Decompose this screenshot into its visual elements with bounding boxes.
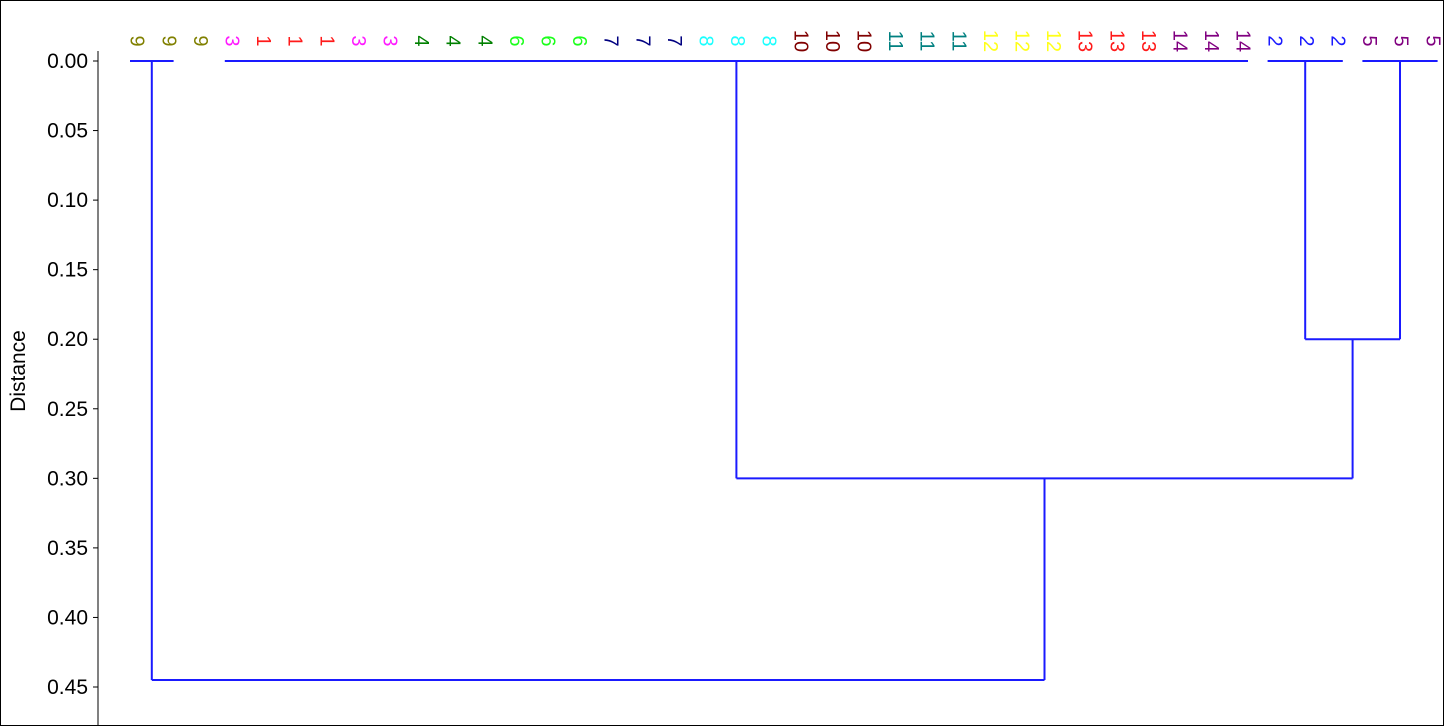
leaf-label: 2 (1295, 35, 1317, 46)
leaf-label: 8 (758, 35, 780, 46)
y-tick-label: 0.15 (47, 259, 88, 282)
leaf-label: 4 (410, 35, 432, 46)
y-tick-label: 0.20 (47, 328, 88, 351)
leaf-label: 14 (1169, 30, 1191, 52)
leaf-label: 2 (1263, 35, 1285, 46)
leaf-label: 12 (1042, 30, 1064, 52)
leaf-label: 1 (252, 35, 274, 46)
leaf-label: 11 (947, 31, 969, 52)
leaf-label: 4 (442, 35, 464, 46)
leaf-label: 14 (1200, 30, 1222, 52)
leaf-label: 6 (568, 35, 590, 46)
leaf-label: 10 (821, 30, 843, 52)
leaf-label: 6 (537, 35, 559, 46)
leaf-label: 1 (284, 35, 306, 46)
dendrogram-links (130, 60, 1438, 682)
leaf-label: 13 (1137, 30, 1159, 52)
y-tick-label: 0.40 (47, 606, 88, 629)
leaf-label: 13 (1105, 30, 1127, 52)
leaf-label: 10 (853, 30, 875, 52)
leaf-label: 8 (695, 35, 717, 46)
leaf-label: 12 (979, 30, 1001, 52)
dendrogram-chart: 0.00 0.05 0.10 0.15 0.20 0.25 0.30 0.35 0.40 0.45… (7, 30, 1443, 725)
leaf-label: 3 (379, 35, 401, 46)
leaf-label: 14 (1232, 30, 1254, 52)
chart-frame: 0.00 0.05 0.10 0.15 0.20 0.25 0.30 0.35 0.40 0.45… (0, 0, 1444, 726)
y-tick-label: 0.30 (47, 467, 88, 490)
leaf-label: 9 (157, 35, 179, 46)
leaf-label: 7 (663, 35, 685, 46)
leaf-label: 11 (916, 31, 938, 52)
y-tick-label: 0.10 (47, 189, 88, 212)
y-tick-label: 0.45 (47, 676, 88, 699)
y-tick-label: 0.25 (47, 398, 88, 421)
leaf-label: 12 (1011, 30, 1033, 52)
leaf-label: 10 (789, 30, 811, 52)
leaf-label: 2 (1327, 35, 1349, 46)
y-tick-label: 0.00 (47, 50, 88, 73)
leaf-label: 5 (1390, 35, 1412, 46)
leaf-label: 9 (189, 35, 211, 46)
leaf-label: 1 (315, 35, 337, 46)
leaf-labels: 9 9 9 3 1 1 1 3 3 4 4 4 6 6 6 7 7 7 8 8 8 10 10 10 11 11 11 12 12 12 1… (126, 30, 1443, 52)
leaf-label: 5 (1421, 35, 1443, 46)
leaf-label: 11 (884, 31, 906, 52)
leaf-label: 3 (347, 35, 369, 46)
y-axis-title: Distance (7, 330, 30, 412)
leaf-label: 3 (221, 35, 243, 46)
leaf-label: 4 (473, 35, 495, 46)
y-tick-label: 0.05 (47, 120, 88, 143)
leaf-label: 13 (1074, 30, 1096, 52)
leaf-label: 7 (631, 35, 653, 46)
leaf-label: 7 (600, 35, 622, 46)
y-axis: 0.00 0.05 0.10 0.15 0.20 0.25 0.30 0.35 0.40 0.45 (47, 50, 99, 725)
leaf-label: 5 (1358, 35, 1380, 46)
leaf-label: 8 (726, 35, 748, 46)
leaf-label: 9 (126, 35, 148, 46)
leaf-label: 6 (505, 35, 527, 46)
y-tick-label: 0.35 (47, 537, 88, 560)
